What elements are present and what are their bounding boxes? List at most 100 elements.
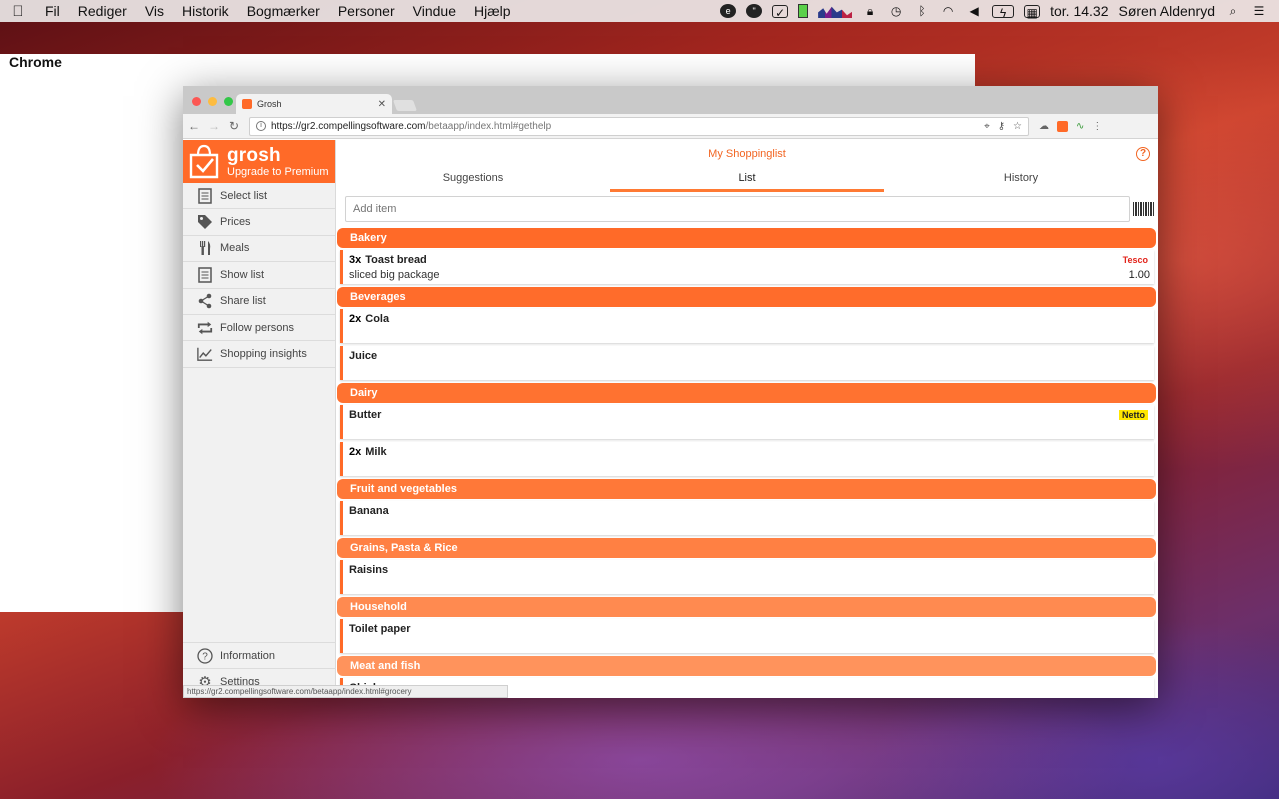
browser-toolbar: ← → ↻ i https://gr2.compellingsoftware.c… <box>183 114 1158 139</box>
site-info-icon[interactable]: i <box>256 121 266 131</box>
tab-history[interactable]: History <box>884 170 1158 192</box>
item-name: Milk <box>365 446 387 458</box>
time-machine-icon[interactable]: ◷ <box>888 4 904 18</box>
chrome-menu-icon[interactable]: ⋮ <box>1092 121 1102 132</box>
activity-graph-icon[interactable] <box>818 6 853 18</box>
category-header[interactable]: Grains, Pasta & Rice <box>337 538 1156 558</box>
back-arrow-icon[interactable]: ← <box>185 119 203 133</box>
sidebar-item-label: Select list <box>220 189 268 202</box>
cloud-extension-icon[interactable]: ☁ <box>1039 121 1049 132</box>
menu-hjaelp[interactable]: Hjælp <box>465 3 520 19</box>
battery-widget-icon[interactable] <box>798 4 809 18</box>
menubar-clock[interactable]: tor. 14.32 <box>1050 3 1108 19</box>
item-name: Raisins <box>349 564 389 576</box>
menu-fil[interactable]: Fil <box>36 3 69 19</box>
list-item[interactable]: 3x Toast bread sliced big package Tesco 1… <box>340 250 1154 284</box>
tab-list[interactable]: List <box>610 170 884 192</box>
item-name: Banana <box>349 505 389 517</box>
sidebar-item-label: Show list <box>220 268 265 281</box>
bluetooth-icon[interactable]: ᛒ <box>914 4 930 18</box>
sidebar-item-label: Information <box>220 649 276 662</box>
menu-vindue[interactable]: Vindue <box>404 3 465 19</box>
menu-rediger[interactable]: Rediger <box>69 3 136 19</box>
menu-vis[interactable]: Vis <box>136 3 173 19</box>
item-name: Cola <box>365 313 390 325</box>
category-header[interactable]: Bakery <box>337 228 1156 248</box>
add-item-input[interactable] <box>345 196 1130 222</box>
item-note: sliced big package <box>349 269 440 281</box>
barcode-scan-icon[interactable] <box>1133 202 1154 216</box>
close-window-button[interactable] <box>192 97 201 106</box>
browser-window: Grosh ✕ ← → ↻ i https://gr2.compellingso… <box>183 86 1158 698</box>
list-item[interactable]: Raisins <box>340 560 1154 594</box>
category-header[interactable]: Beverages <box>337 287 1156 307</box>
wifi-icon[interactable]: ◠ <box>940 4 956 18</box>
grosh-logo[interactable]: grosh Upgrade to Premium <box>183 140 335 183</box>
zoom-window-button[interactable] <box>224 97 233 106</box>
category-header[interactable]: Household <box>337 597 1156 617</box>
sidebar-item-select-list[interactable]: Select list <box>183 183 335 210</box>
grosh-extension-icon[interactable] <box>1057 120 1068 132</box>
sidebar-item-prices[interactable]: Prices <box>183 209 335 236</box>
sidebar-item-label: Follow persons <box>220 321 294 334</box>
item-name: Toilet paper <box>349 623 411 635</box>
address-bar[interactable]: i https://gr2.compellingsoftware.com/bet… <box>249 116 1029 136</box>
grosh-app: grosh Upgrade to Premium Select list Pri… <box>183 140 1158 698</box>
hangouts-icon[interactable]: " <box>746 4 763 18</box>
tab-suggestions[interactable]: Suggestions <box>336 170 610 192</box>
tag-icon <box>197 214 213 230</box>
battery-icon[interactable]: ϟ <box>992 4 1015 20</box>
sidebar-item-meals[interactable]: Meals <box>183 236 335 263</box>
store-badge: Netto <box>1119 410 1148 420</box>
menu-personer[interactable]: Personer <box>329 3 404 19</box>
shopping-list: Bakery 3x Toast bread sliced big package … <box>337 228 1156 698</box>
lock-icon[interactable]: 🔒︎ <box>862 4 878 18</box>
calendar-icon[interactable]: ▦ <box>1024 4 1041 20</box>
help-icon[interactable]: ? <box>1136 147 1150 161</box>
sidebar-item-show-list[interactable]: Show list <box>183 262 335 289</box>
menu-historik[interactable]: Historik <box>173 3 238 19</box>
minimize-window-button[interactable] <box>208 97 217 106</box>
list-item[interactable]: Juice <box>340 346 1154 380</box>
volume-icon[interactable]: ◀ <box>966 4 982 18</box>
new-tab-button[interactable] <box>392 100 418 111</box>
browser-tab[interactable]: Grosh ✕ <box>236 94 392 114</box>
key-icon[interactable]: ⚷ <box>998 121 1005 132</box>
location-icon[interactable]: ⌖ <box>984 121 990 132</box>
macos-menubar:  Chrome Fil Rediger Vis Historik Bogmær… <box>0 0 1279 612</box>
window-controls <box>192 97 233 106</box>
menu-bogmaerker[interactable]: Bogmærker <box>238 3 329 19</box>
sidebar-item-shopping-insights[interactable]: Shopping insights <box>183 341 335 368</box>
sidebar-item-follow-persons[interactable]: Follow persons <box>183 315 335 342</box>
reload-icon[interactable]: ↻ <box>225 119 243 133</box>
category-header[interactable]: Fruit and vegetables <box>337 479 1156 499</box>
list-item[interactable]: 2x Milk <box>340 442 1154 476</box>
close-tab-icon[interactable]: ✕ <box>378 99 386 110</box>
evernote-icon[interactable]: e <box>720 4 737 18</box>
view-tabs: Suggestions List History <box>336 170 1158 192</box>
activity-extension-icon[interactable]: ∿ <box>1076 121 1084 132</box>
apple-menu-icon[interactable]:  <box>0 3 36 20</box>
category-header[interactable]: Dairy <box>337 383 1156 403</box>
list-icon[interactable]: ☰ <box>1251 4 1267 18</box>
help-circle-icon: ? <box>197 648 213 664</box>
list-item[interactable]: Toilet paper <box>340 619 1154 653</box>
item-name: Butter <box>349 409 382 421</box>
sidebar-item-information[interactable]: ? Information <box>183 642 336 668</box>
forward-arrow-icon[interactable]: → <box>205 119 223 133</box>
shopping-bag-check-icon <box>189 144 219 178</box>
bookmark-star-icon[interactable]: ☆ <box>1013 121 1022 132</box>
sidebar-item-share-list[interactable]: Share list <box>183 289 335 315</box>
list-item[interactable]: Banana <box>340 501 1154 535</box>
sidebar-item-label: Prices <box>220 216 251 229</box>
search-icon[interactable]: ⌕ <box>1225 4 1241 18</box>
upgrade-link[interactable]: Upgrade to Premium <box>227 166 329 178</box>
tab-strip: Grosh ✕ <box>183 86 1158 114</box>
category-header[interactable]: Meat and fish <box>337 656 1156 676</box>
url-host: https://gr2.compellingsoftware.com <box>271 120 426 132</box>
menubar-user[interactable]: Søren Aldenryd <box>1119 3 1216 19</box>
list-item[interactable]: Butter Netto <box>340 405 1154 439</box>
check-icon[interactable]: ✓ <box>772 4 789 20</box>
list-item[interactable]: 2x Cola <box>340 309 1154 343</box>
trend-chart-icon <box>197 346 213 362</box>
